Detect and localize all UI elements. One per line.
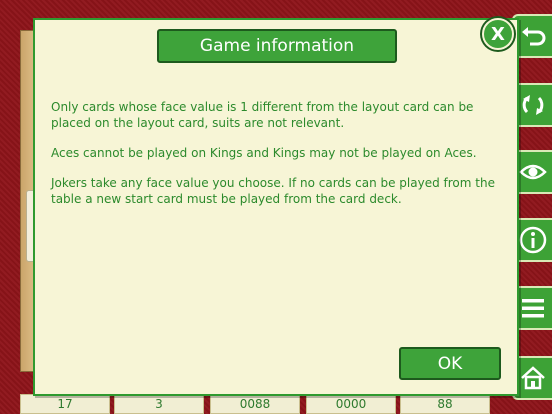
rule-paragraph: Aces cannot be played on Kings and Kings… [51, 146, 477, 160]
close-icon: X [491, 23, 505, 45]
score-cell: 0000 [306, 394, 396, 414]
score-cell: 3 [114, 394, 204, 414]
rule-paragraph: Only cards whose face value is 1 differe… [51, 100, 474, 130]
dialog-body: Only cards whose face value is 1 differe… [51, 99, 511, 221]
restart-icon [522, 95, 544, 115]
info-icon [519, 226, 547, 254]
dialog-title: Game information [157, 29, 397, 63]
score-cell: 0088 [210, 394, 300, 414]
score-cell: 17 [20, 394, 110, 414]
game-information-dialog: Game information Only cards whose face v… [33, 18, 519, 396]
undo-icon [522, 27, 546, 46]
home-icon [521, 366, 545, 390]
score-cell: 88 [400, 394, 490, 414]
menu-icon [522, 299, 544, 318]
eye-icon [519, 164, 547, 180]
ok-button[interactable]: OK [399, 347, 501, 380]
close-button[interactable]: X [482, 18, 514, 50]
rule-paragraph: Jokers take any face value you choose. I… [51, 176, 495, 206]
